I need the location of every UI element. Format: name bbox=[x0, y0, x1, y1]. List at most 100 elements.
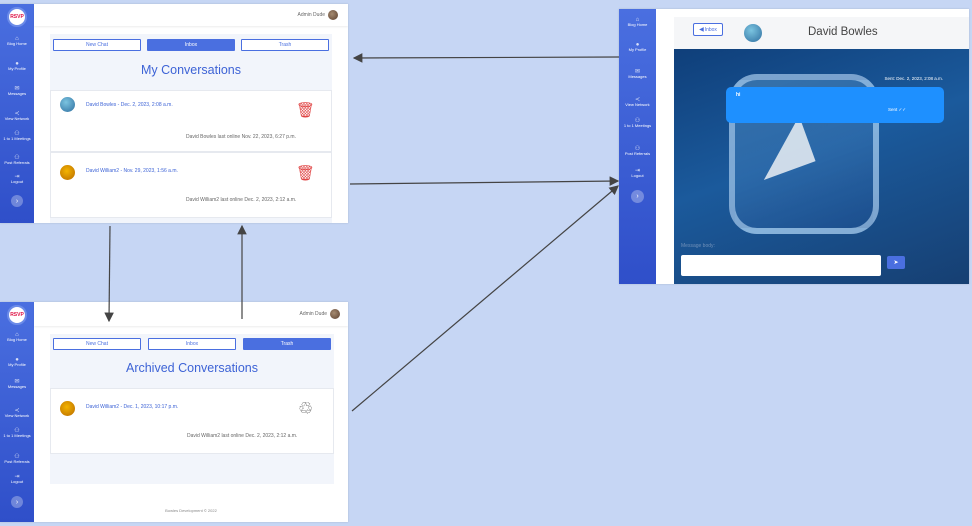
chat-screenshot: ⌂ Blog Home ● My Profile ✉ Messages ≺ View N… bbox=[619, 9, 969, 284]
envelope-icon: ✉ bbox=[14, 86, 20, 92]
tab-new-chat[interactable]: New Chat bbox=[53, 39, 141, 51]
referral-icon: ⚇ bbox=[634, 146, 641, 152]
chat-window: Sent: Dec. 2, 2023, 2:08 a.m. hi Sent ✓✓… bbox=[674, 49, 969, 284]
top-bar: Admin Dude bbox=[34, 302, 348, 326]
conversation-tabs: New Chat Inbox Trash bbox=[50, 34, 332, 51]
chat-header: ◀ Inbox David Bowles bbox=[674, 17, 969, 49]
nav-meetings[interactable]: ⚇ 1 to 1 Meetings bbox=[3, 428, 30, 454]
nav-blog-home[interactable]: ⌂ Blog Home bbox=[628, 17, 648, 42]
message-bubble: hi Sent ✓✓ bbox=[726, 87, 944, 123]
site-logo[interactable]: RSVP bbox=[7, 305, 27, 325]
inbox-screenshot: RSVP ⌂ Blog Home ● My Profile ✉ Messages ≺ V… bbox=[0, 4, 348, 223]
nav-logout[interactable]: ⇥ Logout bbox=[11, 474, 23, 493]
people-icon: ⚇ bbox=[634, 118, 641, 124]
message-status: Sent ✓✓ bbox=[887, 107, 906, 112]
recycle-icon[interactable]: ♲ bbox=[298, 400, 313, 417]
last-online-text: David Bowles last online Nov. 22, 2023, … bbox=[186, 134, 296, 140]
nav-post-referrals[interactable]: ⚇ Post Referrals bbox=[625, 146, 650, 168]
conversation-link[interactable]: David William2 - Nov. 29, 2023, 1:56 a.m… bbox=[86, 168, 178, 174]
people-icon: ⚇ bbox=[14, 131, 20, 137]
admin-avatar[interactable] bbox=[328, 10, 338, 20]
nav-logout[interactable]: ⇥ Logout bbox=[11, 174, 23, 191]
nav-meetings[interactable]: ⚇ 1 to 1 Meetings bbox=[624, 118, 651, 146]
nav-messages[interactable]: ✉ Messages bbox=[8, 86, 26, 111]
logout-icon: ⇥ bbox=[14, 174, 20, 180]
user-icon: ● bbox=[15, 61, 19, 67]
last-online-text: David William2 last online Dec. 2, 2023,… bbox=[187, 433, 298, 439]
conversation-link[interactable]: David Bowles - Dec. 2, 2023, 2:08 a.m. bbox=[86, 102, 173, 108]
sidebar: ⌂ Blog Home ● My Profile ✉ Messages ≺ View N… bbox=[619, 9, 656, 284]
nav-blog-home[interactable]: ⌂ Blog Home bbox=[7, 36, 27, 61]
nav-view-network[interactable]: ≺ View Network bbox=[5, 111, 29, 131]
last-online-text: David William2 last online Dec. 2, 2023,… bbox=[186, 197, 297, 203]
page-footer: Bowles Development © 2022 bbox=[165, 508, 217, 513]
sidebar-toggle-button[interactable]: › bbox=[11, 195, 23, 207]
page-title: Archived Conversations bbox=[125, 361, 258, 375]
site-logo[interactable]: RSVP bbox=[7, 7, 27, 27]
logout-icon: ⇥ bbox=[634, 168, 640, 174]
user-icon: ● bbox=[15, 357, 19, 363]
nav-post-referrals[interactable]: ⚇ Post Referrals bbox=[4, 454, 29, 474]
sidebar-toggle-button[interactable]: › bbox=[11, 496, 23, 508]
tab-inbox[interactable]: Inbox bbox=[148, 338, 236, 350]
nav-view-network[interactable]: ≺ View Network bbox=[5, 408, 29, 428]
message-text: hi bbox=[736, 92, 741, 98]
contact-avatar bbox=[60, 97, 75, 112]
referral-icon: ⚇ bbox=[14, 155, 20, 161]
envelope-icon: ✉ bbox=[634, 69, 640, 75]
sidebar: RSVP ⌂ Blog Home ● My Profile ✉ Messages ≺ V… bbox=[0, 4, 34, 223]
sidebar: RSVP ⌂ Blog Home ● My Profile ✉ Messages ≺ V… bbox=[0, 302, 34, 522]
message-input[interactable] bbox=[681, 255, 881, 276]
nav-my-profile[interactable]: ● My Profile bbox=[8, 61, 26, 86]
envelope-icon: ✉ bbox=[14, 379, 20, 385]
content-area: New Chat Inbox Trash My Conversations Da… bbox=[50, 34, 332, 223]
sidebar-toggle-button[interactable]: › bbox=[631, 190, 644, 203]
content-area: New Chat Inbox Trash Archived Conversati… bbox=[50, 334, 334, 484]
trash-icon[interactable]: 🗑 bbox=[296, 103, 315, 118]
page-title: My Conversations bbox=[140, 63, 242, 77]
user-icon: ● bbox=[635, 42, 640, 48]
tab-trash[interactable]: Trash bbox=[241, 39, 329, 51]
logout-icon: ⇥ bbox=[14, 474, 20, 480]
home-icon: ⌂ bbox=[15, 332, 19, 338]
nav-messages[interactable]: ✉ Messages bbox=[8, 379, 26, 408]
arrow-inbox-to-chat bbox=[349, 176, 620, 186]
nav-messages[interactable]: ✉ Messages bbox=[628, 69, 646, 97]
conversation-card[interactable]: David William2 - Dec. 1, 2023, 10:17 p.m… bbox=[50, 388, 334, 454]
contact-avatar bbox=[744, 24, 762, 42]
admin-name[interactable]: Admin Dude bbox=[297, 12, 325, 18]
send-button[interactable]: ➤ bbox=[887, 256, 905, 269]
nav-my-profile[interactable]: ● My Profile bbox=[8, 357, 26, 379]
message-sent-time: Sent: Dec. 2, 2023, 2:08 a.m. bbox=[884, 76, 943, 81]
share-icon: ≺ bbox=[634, 97, 640, 103]
conversation-card[interactable]: David William2 - Nov. 29, 2023, 1:56 a.m… bbox=[50, 152, 332, 218]
share-icon: ≺ bbox=[14, 408, 20, 414]
tab-new-chat[interactable]: New Chat bbox=[53, 338, 141, 350]
referral-icon: ⚇ bbox=[14, 454, 20, 460]
message-input-label: Message body: bbox=[681, 243, 715, 249]
conversation-link[interactable]: David William2 - Dec. 1, 2023, 10:17 p.m… bbox=[86, 404, 178, 410]
tab-inbox[interactable]: Inbox bbox=[147, 39, 235, 51]
back-arrow-icon: ◀ bbox=[699, 27, 704, 33]
home-icon: ⌂ bbox=[15, 36, 19, 42]
contact-avatar bbox=[60, 401, 75, 416]
nav-view-network[interactable]: ≺ View Network bbox=[625, 97, 649, 118]
nav-post-referrals[interactable]: ⚇ Post Referrals bbox=[4, 155, 29, 174]
nav-my-profile[interactable]: ● My Profile bbox=[629, 42, 647, 69]
nav-blog-home[interactable]: ⌂ Blog Home bbox=[7, 332, 27, 357]
admin-name[interactable]: Admin Dude bbox=[299, 311, 327, 317]
conversation-card[interactable]: David Bowles - Dec. 2, 2023, 2:08 a.m. 🗑… bbox=[50, 90, 332, 152]
top-bar: Admin Dude bbox=[34, 4, 348, 26]
arrow-chat-to-inbox bbox=[352, 53, 620, 63]
tab-trash[interactable]: Trash bbox=[243, 338, 331, 350]
send-icon: ➤ bbox=[893, 260, 899, 266]
share-icon: ≺ bbox=[14, 111, 20, 117]
arrow-archived-to-chat bbox=[351, 185, 619, 412]
nav-logout[interactable]: ⇥ Logout bbox=[631, 168, 643, 187]
trash-icon[interactable]: 🗑 bbox=[296, 166, 315, 181]
admin-avatar[interactable] bbox=[330, 309, 340, 319]
contact-avatar bbox=[60, 165, 75, 180]
back-to-inbox-button[interactable]: ◀ Inbox bbox=[693, 23, 723, 36]
contact-name: David Bowles bbox=[808, 26, 878, 38]
nav-meetings[interactable]: ⚇ 1 to 1 Meetings bbox=[3, 131, 30, 155]
